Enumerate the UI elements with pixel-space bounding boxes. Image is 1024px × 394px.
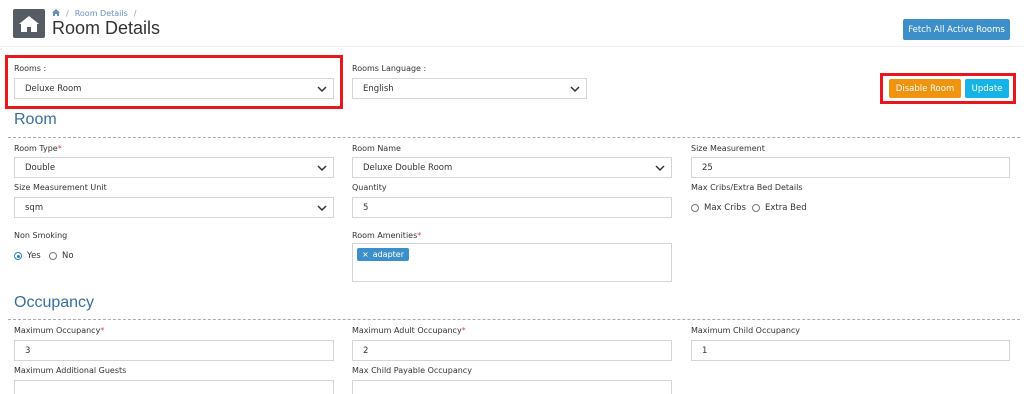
max-additional-guests-label: Maximum Additional Guests bbox=[14, 366, 127, 375]
chevron-down-icon bbox=[317, 86, 327, 93]
room-section-title: Room bbox=[14, 111, 57, 128]
extra-bed-option-label: Extra Bed bbox=[765, 203, 807, 213]
disable-room-button[interactable]: Disable Room bbox=[889, 79, 961, 98]
extra-bed-radio[interactable]: Extra Bed bbox=[752, 203, 807, 213]
yes-option-label: Yes bbox=[27, 251, 41, 261]
max-child-payable-occupancy-label: Max Child Payable Occupancy bbox=[352, 366, 472, 375]
breadcrumb: / Room Details / bbox=[52, 9, 136, 18]
rooms-language-label: Rooms Language : bbox=[352, 64, 427, 73]
fetch-all-active-rooms-button[interactable]: Fetch All Active Rooms bbox=[903, 19, 1010, 40]
max-occupancy-label: Maximum Occupancy* bbox=[14, 326, 105, 335]
occupancy-section-divider bbox=[8, 319, 1020, 320]
room-type-label: Room Type* bbox=[14, 144, 62, 153]
non-smoking-no-radio[interactable]: No bbox=[49, 251, 74, 261]
max-cribs-radio[interactable]: Max Cribs bbox=[691, 203, 746, 213]
radio-checked-icon bbox=[14, 252, 22, 260]
size-measurement-label: Size Measurement bbox=[691, 144, 765, 153]
max-cribs-label: Max Cribs/Extra Bed Details bbox=[691, 183, 803, 192]
amenity-tag-label: adapter bbox=[372, 250, 405, 259]
room-type-select[interactable]: Double bbox=[14, 157, 334, 178]
room-name-select[interactable]: Deluxe Double Room bbox=[352, 157, 672, 178]
chevron-down-icon bbox=[570, 86, 580, 93]
home-icon bbox=[13, 9, 45, 38]
max-child-occupancy-label: Maximum Child Occupancy bbox=[691, 326, 801, 335]
size-measurement-unit-value: sqm bbox=[25, 202, 44, 213]
rooms-label: Rooms : bbox=[14, 64, 47, 73]
rooms-language-value: English bbox=[363, 83, 394, 94]
breadcrumb-room-details[interactable]: Room Details bbox=[75, 9, 128, 18]
max-child-payable-occupancy-input[interactable] bbox=[352, 380, 672, 394]
radio-unchecked-icon bbox=[752, 204, 760, 212]
chevron-down-icon bbox=[317, 165, 327, 172]
breadcrumb-home-icon[interactable] bbox=[52, 9, 60, 18]
page-title: Room Details bbox=[52, 18, 161, 38]
room-name-value: Deluxe Double Room bbox=[363, 162, 453, 173]
update-button[interactable]: Update bbox=[965, 79, 1009, 98]
amenity-tag[interactable]: × adapter bbox=[357, 248, 410, 261]
quantity-input[interactable]: 5 bbox=[352, 197, 672, 218]
occupancy-section-title: Occupancy bbox=[14, 294, 95, 311]
max-cribs-option-label: Max Cribs bbox=[704, 203, 746, 213]
rooms-select-value: Deluxe Room bbox=[25, 83, 82, 94]
room-section-divider bbox=[8, 137, 1020, 138]
size-measurement-unit-select[interactable]: sqm bbox=[14, 197, 334, 218]
quantity-label: Quantity bbox=[352, 183, 387, 192]
max-child-occupancy-input[interactable]: 1 bbox=[691, 340, 1010, 361]
max-occupancy-input[interactable]: 3 bbox=[14, 340, 334, 361]
breadcrumb-separator: / bbox=[133, 9, 137, 18]
radio-unchecked-icon bbox=[49, 252, 57, 260]
non-smoking-label: Non Smoking bbox=[14, 231, 68, 240]
size-measurement-unit-label: Size Measurement Unit bbox=[14, 183, 107, 192]
no-option-label: No bbox=[62, 251, 74, 261]
max-adult-occupancy-label: Maximum Adult Occupancy* bbox=[352, 326, 466, 335]
radio-unchecked-icon bbox=[691, 204, 699, 212]
room-type-value: Double bbox=[25, 162, 56, 173]
room-name-label: Room Name bbox=[352, 144, 401, 153]
tag-remove-icon[interactable]: × bbox=[362, 250, 369, 259]
rooms-select[interactable]: Deluxe Room bbox=[14, 78, 334, 99]
rooms-language-select[interactable]: English bbox=[352, 78, 587, 99]
header-divider bbox=[0, 46, 1024, 47]
non-smoking-yes-radio[interactable]: Yes bbox=[14, 251, 41, 261]
chevron-down-icon bbox=[655, 165, 665, 172]
max-adult-occupancy-input[interactable]: 2 bbox=[352, 340, 672, 361]
room-amenities-label: Room Amenities* bbox=[352, 231, 422, 240]
breadcrumb-separator: / bbox=[66, 9, 69, 18]
size-measurement-input[interactable]: 25 bbox=[691, 157, 1010, 178]
max-additional-guests-input[interactable] bbox=[14, 380, 334, 394]
room-amenities-multiselect[interactable]: × adapter bbox=[352, 243, 672, 282]
chevron-down-icon bbox=[317, 205, 327, 212]
